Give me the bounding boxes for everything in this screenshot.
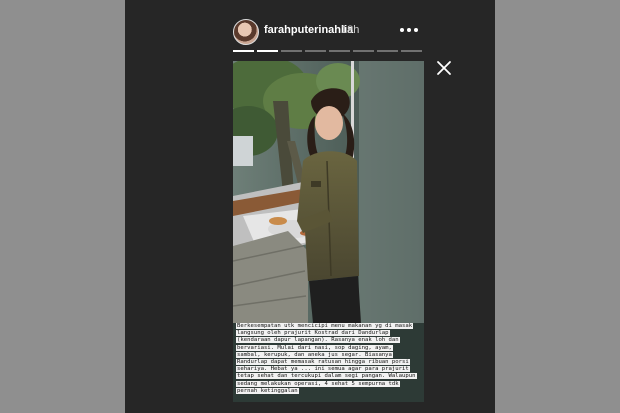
story-viewer: farahputerinahlia 18h Berkesempatan utk … — [125, 0, 495, 413]
progress-segment — [281, 50, 302, 52]
more-horizontal-icon — [400, 28, 418, 32]
story-image[interactable]: Berkesempatan utk mencicipi menu makanan… — [233, 61, 424, 402]
avatar[interactable] — [233, 19, 259, 45]
close-icon — [437, 61, 451, 75]
progress-segment — [233, 50, 254, 52]
progress-segment — [329, 50, 350, 52]
progress-segment — [377, 50, 398, 52]
caption-text: Berkesempatan utk mencicipi menu makanan… — [236, 323, 417, 394]
story-progress-bar — [233, 50, 422, 52]
progress-segment — [257, 50, 278, 52]
username-link[interactable]: farahputerinahlia — [264, 24, 353, 36]
progress-segment — [305, 50, 326, 52]
more-options-button[interactable] — [400, 28, 418, 32]
story-time: 18h — [341, 24, 360, 36]
progress-segment — [353, 50, 374, 52]
progress-segment — [401, 50, 422, 52]
close-button[interactable] — [436, 60, 452, 76]
story-caption: Berkesempatan utk mencicipi menu makanan… — [236, 323, 417, 395]
